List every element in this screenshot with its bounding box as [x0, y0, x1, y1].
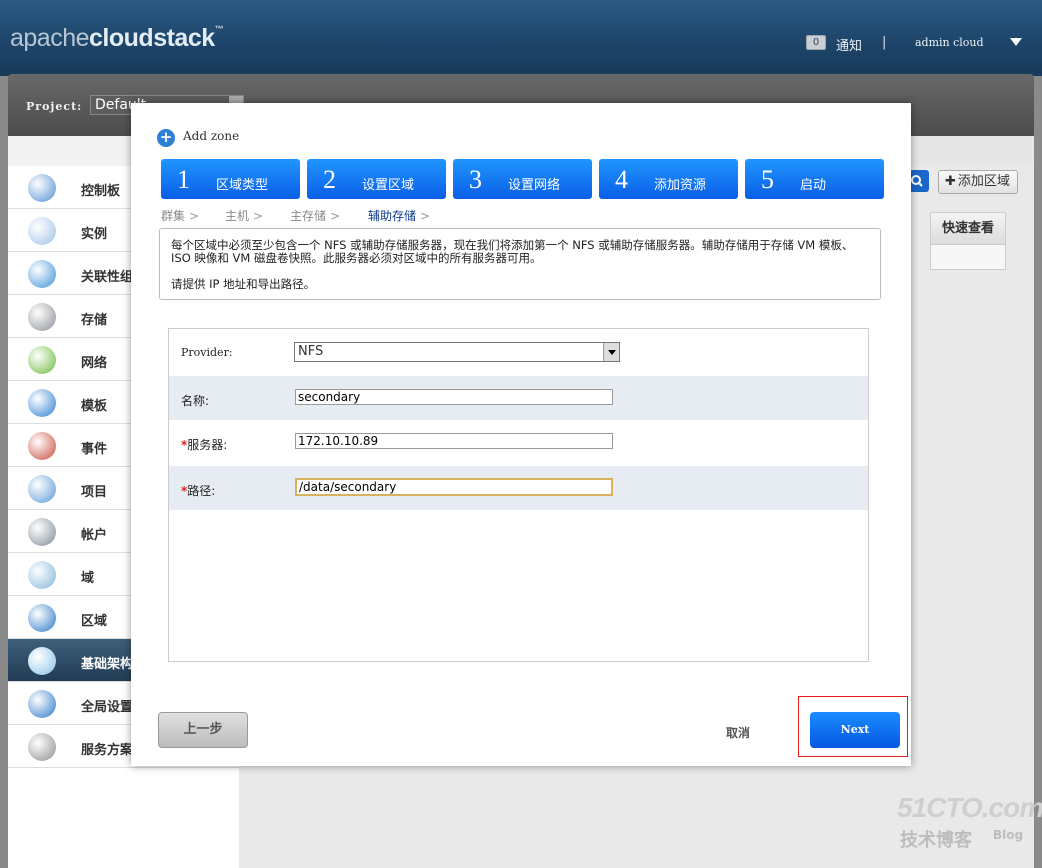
- user-icon: [28, 518, 56, 546]
- info-description: 每个区域中必须至少包含一个 NFS 或辅助存储服务器，现在我们将添加第一个 NF…: [171, 238, 854, 265]
- header-separator: |: [882, 35, 887, 50]
- breadcrumb-item: 主机 >: [225, 207, 263, 224]
- sidebar-item-label: 基础架构: [81, 657, 134, 672]
- breadcrumb-item: 群集 >: [161, 207, 199, 224]
- quick-view-column: 快速查看: [930, 212, 1006, 270]
- path-input[interactable]: /data/secondary: [295, 478, 613, 496]
- chevron-right-icon: >: [189, 209, 200, 223]
- breadcrumb-label: 辅助存储: [368, 209, 417, 223]
- watermark-blog: Blog: [993, 828, 1024, 842]
- server-label: 服务器:: [187, 438, 228, 452]
- step-number: 3: [469, 165, 482, 194]
- step-label: 设置网络: [508, 178, 561, 193]
- wizard-step-4: 4 添加资源: [599, 159, 738, 199]
- user-menu[interactable]: admin cloud: [915, 36, 984, 49]
- add-zone-label: 添加区域: [957, 174, 1010, 189]
- path-row: *路径: /data/secondary: [169, 466, 868, 510]
- sidebar-item-label: 帐户: [81, 528, 108, 543]
- sidebar-item-label: 关联性组: [81, 270, 134, 285]
- network-icon: [28, 346, 56, 374]
- name-input[interactable]: secondary: [295, 389, 613, 405]
- sidebar-item-label: 全局设置: [81, 700, 134, 715]
- folder-icon: [28, 475, 56, 503]
- breadcrumb-label: 主机: [225, 209, 250, 223]
- globe-icon: [28, 604, 56, 632]
- next-button[interactable]: Next: [810, 712, 900, 748]
- step-number: 5: [761, 165, 774, 194]
- server-input[interactable]: 172.10.10.89: [295, 433, 613, 449]
- quick-view-header: 快速查看: [931, 213, 1005, 245]
- cancel-button[interactable]: 取消: [726, 724, 750, 741]
- affinity-icon: [28, 260, 56, 288]
- step-number: 4: [615, 165, 628, 194]
- template-icon: [28, 389, 56, 417]
- sidebar-item-label: 控制板: [81, 184, 121, 199]
- sidebar-item-label: 域: [81, 571, 95, 586]
- wizard-step-2: 2 设置区域: [307, 159, 446, 199]
- global-settings-icon: [28, 690, 56, 718]
- path-label: 路径:: [187, 484, 216, 498]
- wizard-step-3: 3 设置网络: [453, 159, 592, 199]
- add-icon: +: [157, 129, 175, 147]
- server-row: *服务器: 172.10.10.89: [169, 420, 868, 466]
- chevron-right-icon: >: [253, 209, 264, 223]
- sidebar-item-label: 存储: [81, 313, 108, 328]
- calendar-icon: [28, 432, 56, 460]
- step-label: 区域类型: [216, 178, 269, 193]
- chevron-down-icon[interactable]: [1010, 38, 1022, 46]
- wizard-step-1: 1 区域类型: [161, 159, 300, 199]
- sidebar-item-label: 服务方案: [81, 743, 134, 758]
- name-label: 名称:: [181, 394, 210, 408]
- step-label: 启动: [800, 178, 827, 193]
- chevron-right-icon: >: [420, 209, 431, 223]
- add-zone-button[interactable]: ✚ 添加区域: [938, 170, 1018, 194]
- step-label: 设置区域: [362, 178, 415, 193]
- breadcrumb-label: 主存储: [290, 209, 327, 223]
- project-label: Project:: [26, 100, 83, 113]
- dashboard-icon: [28, 174, 56, 202]
- cloud-icon: [28, 217, 56, 245]
- breadcrumb-label: 群集: [161, 209, 186, 223]
- provider-select[interactable]: NFS: [294, 342, 620, 362]
- notifications-link[interactable]: 通知: [836, 35, 862, 54]
- breadcrumb-item: 主存储 >: [290, 207, 340, 224]
- step-number: 2: [323, 165, 336, 194]
- sidebar-item-label: 网络: [81, 356, 108, 371]
- previous-button[interactable]: 上一步: [158, 712, 248, 748]
- cloudstack-logo: apachecloudstack™: [10, 24, 224, 52]
- breadcrumb-item: 辅助存储 >: [368, 207, 430, 224]
- plus-icon: ✚: [945, 174, 956, 189]
- gear-icon: [28, 733, 56, 761]
- name-row: 名称: secondary: [169, 376, 868, 420]
- provider-select-value: NFS: [298, 344, 324, 359]
- chevron-right-icon: >: [330, 209, 341, 223]
- dialog-title: Add zone: [183, 129, 240, 143]
- sidebar-item-label: 模板: [81, 399, 108, 414]
- provider-row: Provider: NFS: [169, 330, 868, 376]
- step-label: 添加资源: [654, 178, 707, 193]
- storage-icon: [28, 303, 56, 331]
- sidebar-item-label: 实例: [81, 227, 108, 242]
- notification-count-badge[interactable]: 0: [806, 35, 826, 50]
- step-number: 1: [177, 165, 190, 194]
- wizard-step-5: 5 启动: [745, 159, 884, 199]
- watermark-site: 51CTO.com: [897, 792, 1042, 823]
- sidebar-item-label: 项目: [81, 485, 108, 500]
- chevron-down-icon: [603, 343, 619, 361]
- provider-label: Provider:: [181, 346, 233, 359]
- info-instruction: 请提供 IP 地址和导出路径。: [171, 277, 316, 291]
- watermark-tagline: 技术博客: [900, 830, 972, 851]
- path-label-wrap: *路径:: [181, 482, 215, 499]
- sidebar-item-label: 事件: [81, 442, 108, 457]
- domain-icon: [28, 561, 56, 589]
- infrastructure-icon: [28, 647, 56, 675]
- server-label-wrap: *服务器:: [181, 436, 227, 453]
- sidebar-item-label: 区域: [81, 614, 108, 629]
